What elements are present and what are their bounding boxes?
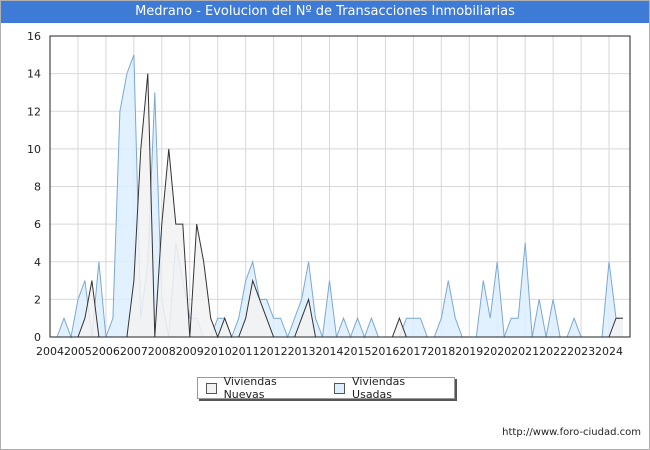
y-tick-label: 10: [27, 143, 41, 156]
x-tick-label: 2019: [455, 345, 483, 358]
x-tick-label: 2008: [148, 345, 176, 358]
y-tick-label: 2: [34, 293, 41, 306]
x-tick-label: 2022: [539, 345, 567, 358]
y-tick-label: 6: [34, 218, 41, 231]
x-tick-label: 2004: [36, 345, 64, 358]
x-tick-label: 2015: [343, 345, 371, 358]
legend: Viviendas Nuevas Viviendas Usadas: [197, 375, 455, 401]
x-tick-label: 2016: [371, 345, 399, 358]
x-tick-label: 2024: [595, 345, 623, 358]
x-tick-label: 2023: [567, 345, 595, 358]
legend-label-usadas: Viviendas Usadas: [352, 375, 406, 401]
y-tick-label: 0: [34, 331, 41, 344]
x-tick-label: 2020: [483, 345, 511, 358]
y-tick-label: 8: [34, 181, 41, 194]
x-tick-label: 2009: [176, 345, 204, 358]
x-tick-label: 2006: [92, 345, 120, 358]
y-tick-label: 12: [27, 105, 41, 118]
x-tick-label: 2021: [511, 345, 539, 358]
x-tick-label: 2011: [232, 345, 260, 358]
legend-label-nuevas: Viviendas Nuevas: [223, 375, 277, 401]
x-tick-label: 2018: [427, 345, 455, 358]
x-tick-label: 2017: [399, 345, 427, 358]
y-tick-label: 4: [34, 256, 41, 269]
x-tick-label: 2013: [288, 345, 316, 358]
legend-item-nuevas: Viviendas Nuevas: [206, 375, 316, 401]
y-tick-label: 14: [27, 68, 41, 81]
x-tick-label: 2007: [120, 345, 148, 358]
source-credit[interactable]: http://www.foro-ciudad.com: [502, 427, 641, 438]
x-tick-label: 2010: [204, 345, 232, 358]
legend-swatch-usadas: [334, 382, 346, 394]
legend-swatch-nuevas: [206, 382, 217, 394]
x-tick-label: 2014: [316, 345, 344, 358]
legend-item-usadas: Viviendas Usadas: [334, 375, 444, 401]
x-tick-label: 2005: [64, 345, 92, 358]
x-tick-label: 2012: [260, 345, 288, 358]
y-tick-label: 16: [27, 30, 41, 43]
